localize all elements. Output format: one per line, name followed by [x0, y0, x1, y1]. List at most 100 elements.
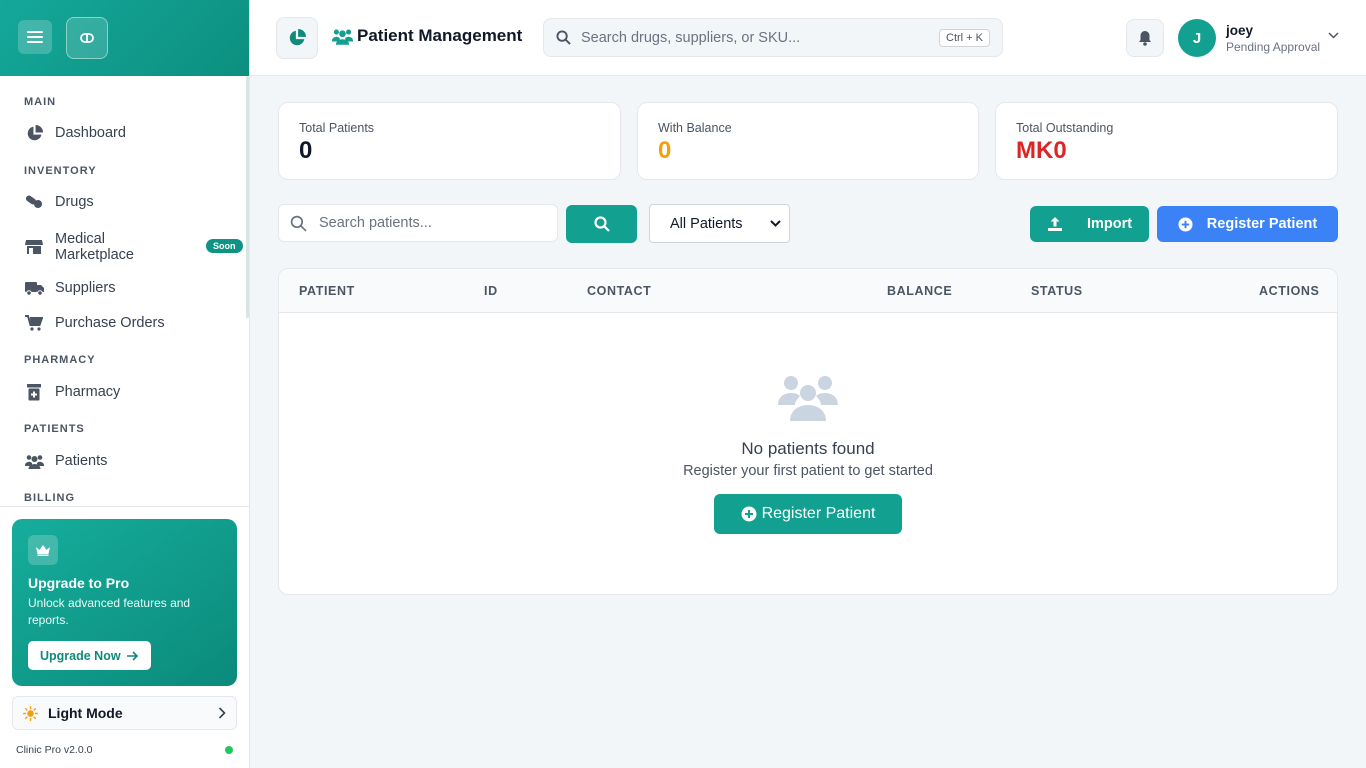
sidebar-scrollbar[interactable]	[246, 76, 249, 318]
arrow-right-icon	[126, 650, 139, 661]
stat-label: Total Outstanding	[1016, 121, 1114, 135]
stat-label: With Balance	[658, 121, 732, 135]
online-status-indicator	[225, 746, 233, 754]
prescription-bottle-icon	[24, 383, 44, 401]
sun-icon	[23, 705, 38, 721]
search-icon	[290, 215, 307, 232]
section-pharmacy: PHARMACY	[24, 354, 96, 366]
sidebar-item-label: Pharmacy	[55, 384, 121, 400]
import-button[interactable]: Import	[1030, 206, 1149, 242]
column-header-patient: PATIENT	[299, 284, 355, 298]
empty-register-button-label: Register Patient	[761, 505, 876, 522]
capsule-logo-icon	[80, 31, 94, 45]
sidebar-item-drugs[interactable]: Drugs	[24, 192, 224, 212]
stat-value: MK0	[1016, 137, 1067, 164]
sidebar-item-label: Dashboard	[55, 125, 126, 141]
sidebar-item-medical-marketplace[interactable]: Medical Marketplace Soon	[24, 229, 243, 265]
truck-icon	[24, 279, 44, 297]
sidebar-item-label: Purchase Orders	[55, 315, 165, 331]
sidebar-item-suppliers[interactable]: Suppliers	[24, 278, 224, 298]
users-empty-icon	[778, 373, 838, 426]
patient-search[interactable]	[278, 204, 558, 242]
column-header-actions: ACTIONS	[1259, 284, 1320, 298]
upgrade-card: Upgrade to Pro Unlock advanced features …	[12, 519, 237, 686]
upload-icon	[1047, 216, 1063, 232]
patient-filter-select[interactable]: All Patients	[649, 204, 790, 243]
mode-label: Light Mode	[48, 705, 123, 721]
stat-card-total-outstanding: Total Outstanding MK0	[995, 102, 1338, 180]
column-header-contact: CONTACT	[587, 284, 652, 298]
store-icon	[24, 238, 44, 256]
sidebar-item-patients[interactable]: Patients	[24, 451, 224, 471]
sidebar-item-dashboard[interactable]: Dashboard	[24, 123, 224, 143]
sidebar-item-label: Drugs	[55, 194, 94, 210]
column-header-id: ID	[484, 284, 498, 298]
search-icon	[556, 30, 571, 45]
soon-badge: Soon	[206, 239, 243, 253]
register-patient-button[interactable]: Register Patient	[1157, 206, 1338, 242]
theme-mode-toggle[interactable]: Light Mode	[12, 696, 237, 730]
sidebar-divider	[0, 506, 249, 507]
notifications-button[interactable]	[1126, 19, 1164, 57]
app-logo[interactable]	[66, 17, 108, 59]
upgrade-now-button[interactable]: Upgrade Now	[28, 641, 151, 670]
chevron-down-icon[interactable]	[1328, 32, 1339, 39]
pie-chart-icon	[24, 124, 44, 142]
empty-state-title: No patients found	[741, 439, 875, 458]
page-title-text: Patient Management	[357, 26, 523, 45]
upgrade-title: Upgrade to Pro	[28, 575, 130, 591]
search-icon	[593, 216, 610, 232]
users-icon	[332, 28, 353, 45]
menu-toggle-button[interactable]	[18, 20, 52, 54]
global-search[interactable]: Ctrl + K	[543, 18, 1003, 57]
section-billing: BILLING	[24, 492, 75, 504]
sidebar-item-label: Suppliers	[55, 280, 116, 296]
user-avatar[interactable]: J	[1178, 19, 1216, 57]
search-submit-button[interactable]	[566, 205, 637, 243]
chevron-down-icon	[770, 220, 781, 227]
upgrade-button-label: Upgrade Now	[40, 648, 121, 663]
user-status: Pending Approval	[1226, 40, 1321, 54]
sidebar-item-label: Medical Marketplace	[55, 231, 134, 263]
plus-circle-icon	[1178, 216, 1193, 232]
users-icon	[24, 452, 44, 470]
cart-icon	[24, 314, 44, 332]
stat-label: Total Patients	[299, 121, 375, 135]
empty-register-patient-button[interactable]: Register Patient	[714, 494, 902, 534]
empty-state-subtitle: Register your first patient to get start…	[683, 463, 933, 479]
dashboard-shortcut-button[interactable]	[276, 17, 318, 59]
stat-card-total-patients: Total Patients 0	[278, 102, 621, 180]
sidebar-item-purchase-orders[interactable]: Purchase Orders	[24, 313, 224, 333]
sidebar-item-label: Patients	[55, 453, 108, 469]
patients-table: PATIENT ID CONTACT BALANCE STATUS ACTION…	[278, 268, 1338, 595]
sidebar-header	[0, 0, 249, 76]
sidebar: MAIN Dashboard INVENTORY Drugs Medical M…	[0, 0, 250, 768]
global-search-input[interactable]	[581, 29, 921, 46]
pills-icon	[24, 193, 44, 211]
crown-icon	[28, 535, 58, 565]
column-header-balance: BALANCE	[887, 284, 953, 298]
section-patients: PATIENTS	[24, 423, 85, 435]
stat-value: 0	[658, 137, 672, 164]
sidebar-item-pharmacy[interactable]: Pharmacy	[24, 382, 224, 402]
plus-circle-icon	[741, 506, 757, 522]
user-name[interactable]: joey	[1226, 23, 1253, 38]
hamburger-icon	[27, 30, 43, 44]
bell-icon	[1138, 30, 1152, 46]
column-header-status: STATUS	[1031, 284, 1083, 298]
stat-card-with-balance: With Balance 0	[637, 102, 979, 180]
import-button-label: Import	[1086, 216, 1133, 232]
section-main: MAIN	[24, 96, 57, 108]
section-inventory: INVENTORY	[24, 165, 97, 177]
chevron-right-icon	[218, 707, 226, 719]
register-button-label: Register Patient	[1206, 216, 1318, 232]
top-header: Patient Management Ctrl + K J joey Pendi…	[250, 0, 1366, 76]
sidebar-nav: MAIN Dashboard INVENTORY Drugs Medical M…	[0, 76, 249, 506]
app-version: Clinic Pro v2.0.0	[16, 744, 93, 756]
search-shortcut-hint: Ctrl + K	[939, 28, 990, 47]
page-title: Patient Management	[332, 26, 522, 46]
patient-search-input[interactable]	[319, 215, 539, 231]
upgrade-text: Unlock advanced features and reports.	[28, 596, 191, 627]
table-header: PATIENT ID CONTACT BALANCE STATUS ACTION…	[279, 269, 1337, 313]
pie-chart-icon	[288, 29, 306, 47]
